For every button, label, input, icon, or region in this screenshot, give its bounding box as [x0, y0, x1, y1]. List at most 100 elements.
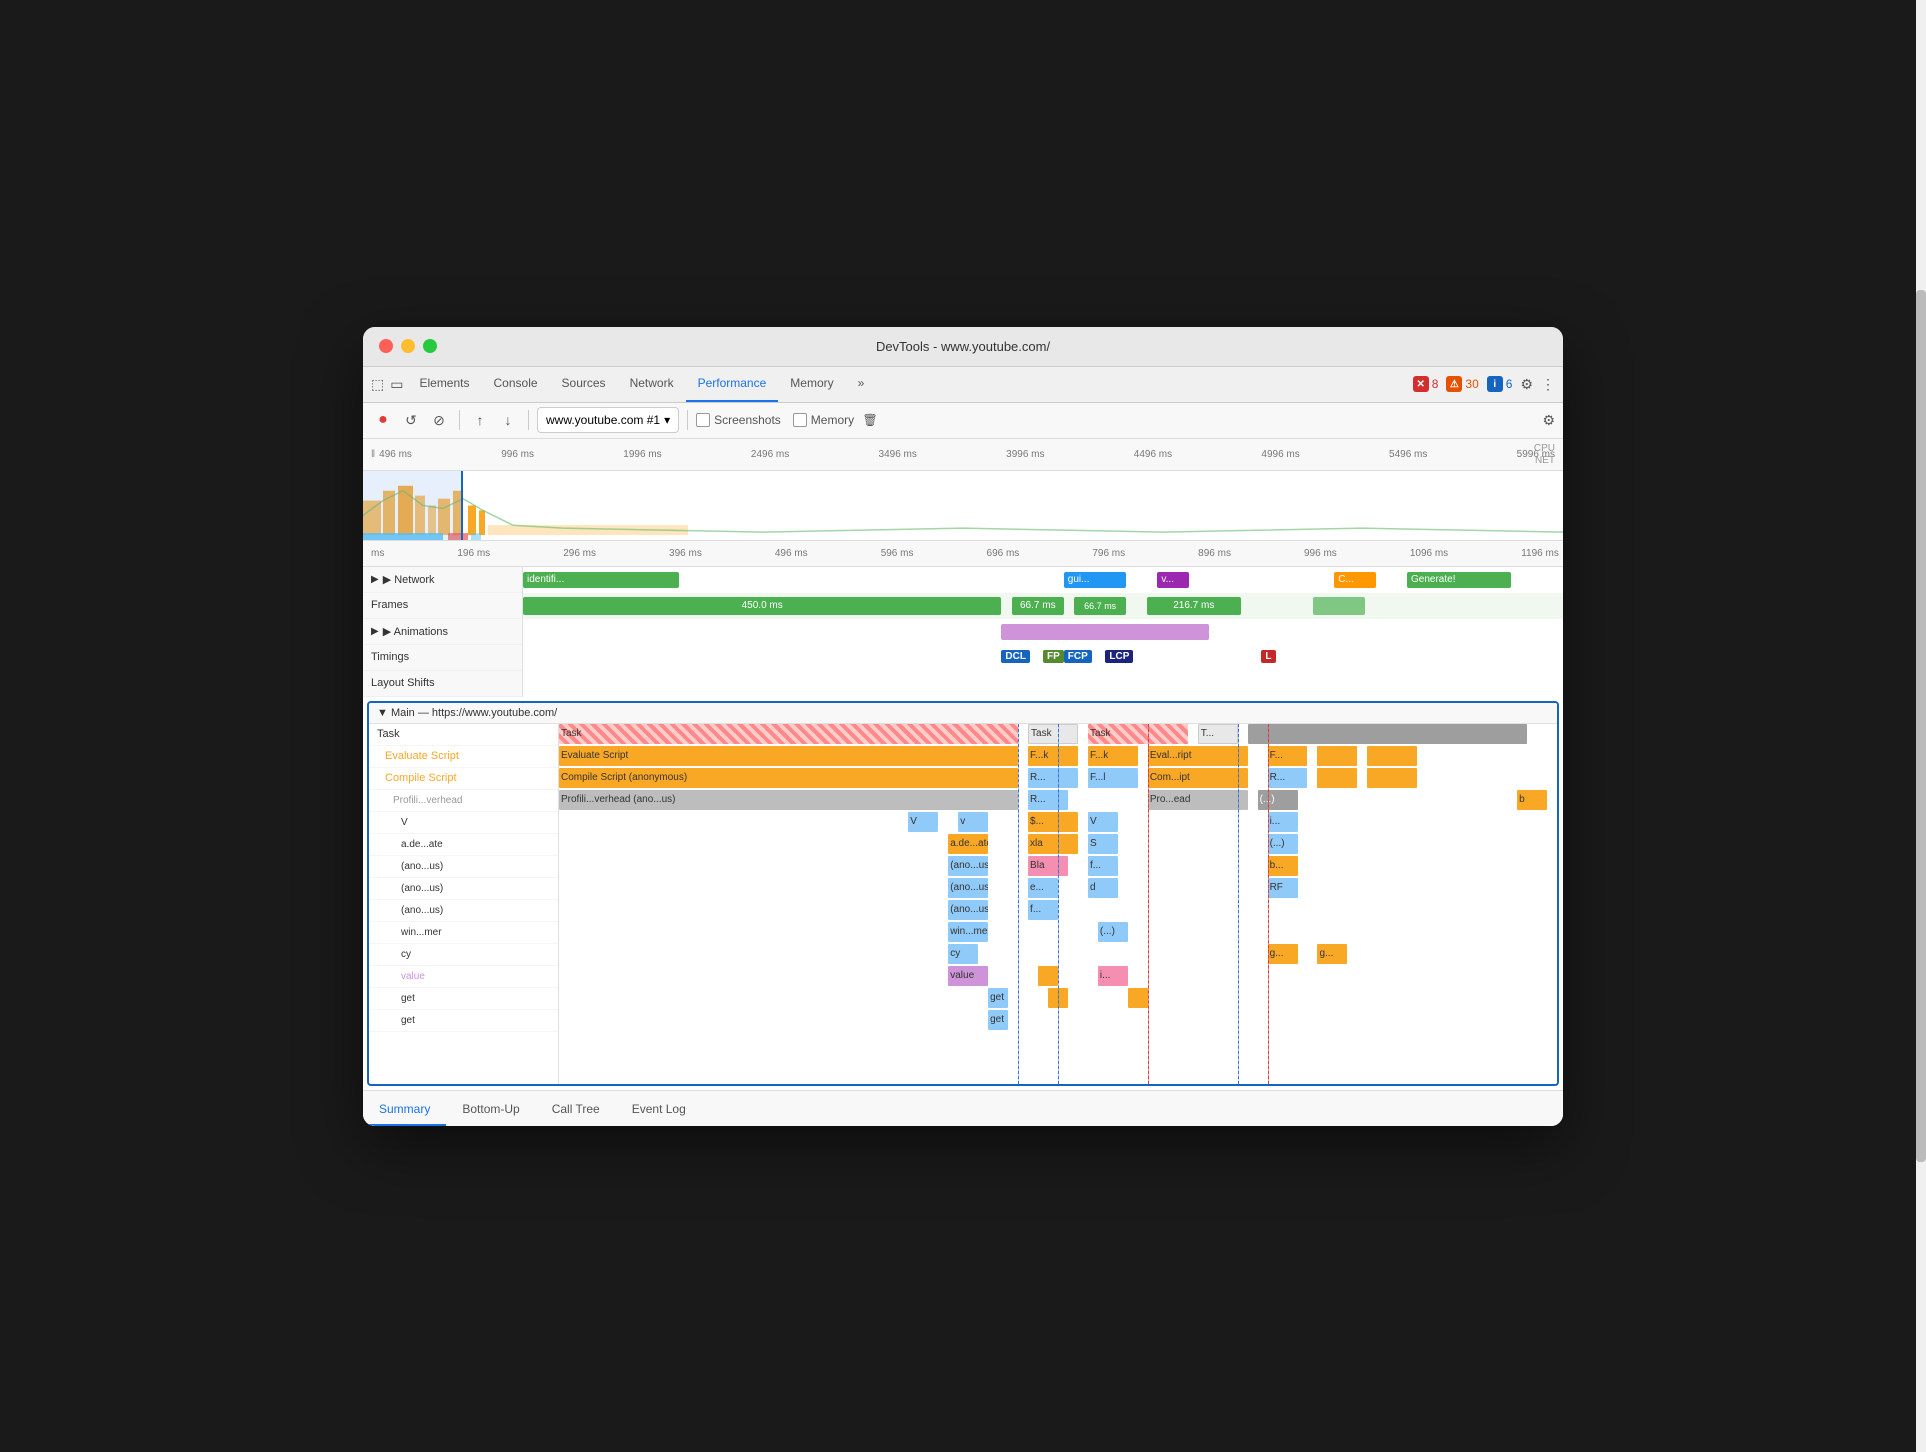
flame-block-ano1c[interactable]: f... [1088, 856, 1118, 876]
timing-dcl[interactable]: DCL [1001, 650, 1030, 663]
profile-dropdown[interactable]: www.youtube.com #1 ▾ [537, 407, 679, 433]
flame-block-task3[interactable]: Task [1088, 724, 1188, 744]
flame-block-task5[interactable] [1248, 724, 1527, 744]
flame-block-get1c[interactable] [1128, 988, 1148, 1008]
frame-block-small[interactable] [1313, 597, 1365, 615]
flame-block-eval5[interactable]: F... [1268, 746, 1308, 766]
flame-block-ano3a[interactable]: (ano...us) [948, 900, 988, 920]
flame-canvas[interactable]: Task Task Task T... Evaluate Script F...… [559, 724, 1557, 1084]
animation-block-1[interactable] [1001, 624, 1209, 640]
flame-block-get2a[interactable]: get [988, 1010, 1008, 1030]
flame-block-ade3[interactable]: S [1088, 834, 1118, 854]
error-badge[interactable]: ✕ 8 [1413, 376, 1439, 392]
flame-block-ano2d[interactable]: RF [1268, 878, 1298, 898]
animations-label[interactable]: ▶ ▶ Animations [363, 619, 522, 645]
flame-block-compile5[interactable]: R... [1268, 768, 1308, 788]
settings-icon[interactable]: ⚙ [1520, 376, 1533, 393]
device-icon[interactable]: ▭ [390, 376, 403, 393]
timing-lcp[interactable]: LCP [1105, 650, 1133, 663]
frame-block-216[interactable]: 216.7 ms [1147, 597, 1241, 615]
flame-block-value2[interactable] [1038, 966, 1058, 986]
tab-bottom-up[interactable]: Bottom-Up [446, 1094, 535, 1126]
layout-shifts-label[interactable]: Layout Shifts [363, 671, 522, 697]
flame-block-ade4[interactable]: (...) [1268, 834, 1298, 854]
flame-block-eval2[interactable]: F...k [1028, 746, 1078, 766]
flame-block-v2[interactable]: v [958, 812, 988, 832]
network-block-gui[interactable]: gui... [1064, 572, 1126, 588]
flame-block-ade2[interactable]: xla [1028, 834, 1078, 854]
record-button[interactable]: ● [371, 408, 395, 432]
flame-block-v3[interactable]: $... [1028, 812, 1078, 832]
memory-checkbox-label[interactable]: Memory [793, 413, 854, 427]
flame-block-eval7[interactable] [1367, 746, 1417, 766]
timing-fcp[interactable]: FCP [1064, 650, 1092, 663]
timing-l[interactable]: L [1261, 650, 1275, 663]
flame-block-v5[interactable]: i... [1268, 812, 1298, 832]
network-block-c[interactable]: C... [1334, 572, 1376, 588]
timeline-selection[interactable] [363, 471, 463, 540]
flame-block-compile1[interactable]: Compile Script (anonymous) [559, 768, 1018, 788]
tab-call-tree[interactable]: Call Tree [536, 1094, 616, 1126]
flame-block-task4[interactable]: T... [1198, 724, 1238, 744]
more-options-icon[interactable]: ⋮ [1541, 376, 1555, 393]
upload-button[interactable]: ↑ [468, 408, 492, 432]
timings-label[interactable]: Timings [363, 645, 522, 671]
clear-button[interactable]: ⊘ [427, 408, 451, 432]
flame-block-eval4[interactable]: Eval...ript [1148, 746, 1248, 766]
flame-block-win1[interactable]: win...mer [948, 922, 988, 942]
flame-block-eval6[interactable] [1317, 746, 1357, 766]
tab-summary[interactable]: Summary [363, 1094, 446, 1126]
network-block-generate[interactable]: Generate! [1407, 572, 1511, 588]
network-label[interactable]: ▶ ▶ Network [363, 567, 522, 593]
flame-block-cy2[interactable]: g... [1268, 944, 1298, 964]
screenshots-checkbox[interactable] [696, 413, 710, 427]
reload-button[interactable]: ↺ [399, 408, 423, 432]
flame-block-profiling5[interactable]: b [1517, 790, 1547, 810]
flame-block-ano3b[interactable]: f... [1028, 900, 1058, 920]
flame-block-ano1a[interactable]: (ano...us) [948, 856, 988, 876]
inspect-icon[interactable]: ⬚ [371, 376, 384, 393]
tab-console[interactable]: Console [482, 366, 550, 402]
overview-chart[interactable] [363, 471, 1563, 541]
flame-block-task2[interactable]: Task [1028, 724, 1078, 744]
network-block-identifi[interactable]: identifi... [523, 572, 679, 588]
flame-block-task1[interactable]: Task [559, 724, 1018, 744]
minimize-button[interactable] [401, 339, 415, 353]
flame-block-cy1[interactable]: cy [948, 944, 978, 964]
tab-memory[interactable]: Memory [778, 366, 845, 402]
flame-block-compile4[interactable]: Com...ipt [1148, 768, 1248, 788]
flame-block-get1a[interactable]: get [988, 988, 1008, 1008]
flame-block-ano1d[interactable]: b... [1268, 856, 1298, 876]
toolbar-settings-icon[interactable]: ⚙ [1542, 412, 1555, 429]
network-block-v[interactable]: v... [1157, 572, 1188, 588]
flame-block-ano2b[interactable]: e... [1028, 878, 1058, 898]
tab-network[interactable]: Network [618, 366, 686, 402]
flame-block-ano2a[interactable]: (ano...us) [948, 878, 988, 898]
flame-block-v1[interactable]: V [908, 812, 938, 832]
frame-block-66b[interactable]: 66.7 ms [1074, 597, 1126, 615]
screenshots-checkbox-label[interactable]: Screenshots [696, 413, 781, 427]
maximize-button[interactable] [423, 339, 437, 353]
flame-block-ano1b[interactable]: Bla [1028, 856, 1068, 876]
flame-block-compile6[interactable] [1317, 768, 1357, 788]
flame-block-value1[interactable]: value [948, 966, 988, 986]
tab-overflow[interactable]: » [846, 366, 877, 402]
memory-checkbox[interactable] [793, 413, 807, 427]
timing-fp[interactable]: FP [1043, 650, 1064, 663]
flame-block-cy3[interactable]: g... [1317, 944, 1347, 964]
warning-badge[interactable]: ⚠ 30 [1446, 376, 1478, 392]
flame-block-compile2[interactable]: R... [1028, 768, 1078, 788]
flame-block-v4[interactable]: V [1088, 812, 1118, 832]
flame-block-profiling4[interactable]: (...) [1258, 790, 1298, 810]
clear-profile-icon[interactable]: 🗑 [858, 408, 882, 432]
frames-label[interactable]: Frames [363, 593, 522, 619]
flame-block-ade1[interactable]: a.de...ate [948, 834, 988, 854]
flame-block-profiling3[interactable]: Pro...ead [1148, 790, 1248, 810]
flame-block-compile7[interactable] [1367, 768, 1417, 788]
flame-block-value3[interactable]: i... [1098, 966, 1128, 986]
flame-block-ano2c[interactable]: d [1088, 878, 1118, 898]
flame-block-eval1[interactable]: Evaluate Script [559, 746, 1018, 766]
flame-block-compile3[interactable]: F...l [1088, 768, 1138, 788]
tab-performance[interactable]: Performance [686, 366, 779, 402]
flame-block-profiling2[interactable]: R... [1028, 790, 1068, 810]
